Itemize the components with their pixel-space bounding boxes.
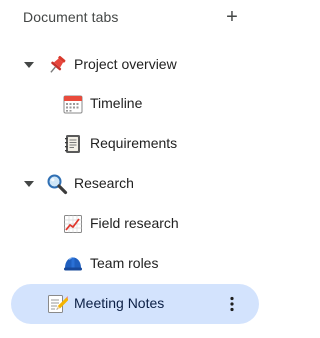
tab-label: Project overview <box>74 56 177 72</box>
chart-increasing-icon <box>62 213 84 235</box>
tab-research[interactable]: Research <box>0 164 275 204</box>
tab-label: Meeting Notes <box>74 295 165 311</box>
add-tab-button[interactable]: + <box>220 5 244 29</box>
calendar-icon <box>62 93 84 115</box>
document-tabs-header: Document tabs + <box>0 0 275 36</box>
helmet-icon <box>62 253 84 275</box>
memo-icon <box>46 293 68 315</box>
document-tabs-panel: Document tabs + Project overview Timelin… <box>0 0 275 338</box>
tab-label: Research <box>74 175 134 191</box>
tab-label: Field research <box>90 215 179 231</box>
tab-requirements[interactable]: Requirements <box>0 124 275 164</box>
pushpin-icon <box>46 54 68 76</box>
tab-meeting-notes[interactable]: Meeting Notes <box>11 284 259 324</box>
tab-field-research[interactable]: Field research <box>0 204 275 244</box>
tab-project-overview[interactable]: Project overview <box>0 45 275 85</box>
tab-label: Timeline <box>90 95 143 111</box>
tab-label: Team roles <box>90 255 159 271</box>
tab-team-roles[interactable]: Team roles <box>0 244 275 284</box>
more-options-icon[interactable] <box>221 293 243 315</box>
magnifier-icon <box>46 173 68 195</box>
tab-label: Requirements <box>90 135 178 151</box>
collapse-chevron-icon[interactable] <box>22 178 36 190</box>
ledger-icon <box>62 133 84 155</box>
collapse-chevron-icon[interactable] <box>22 59 36 71</box>
tab-timeline[interactable]: Timeline <box>0 84 275 124</box>
panel-title: Document tabs <box>23 9 119 25</box>
